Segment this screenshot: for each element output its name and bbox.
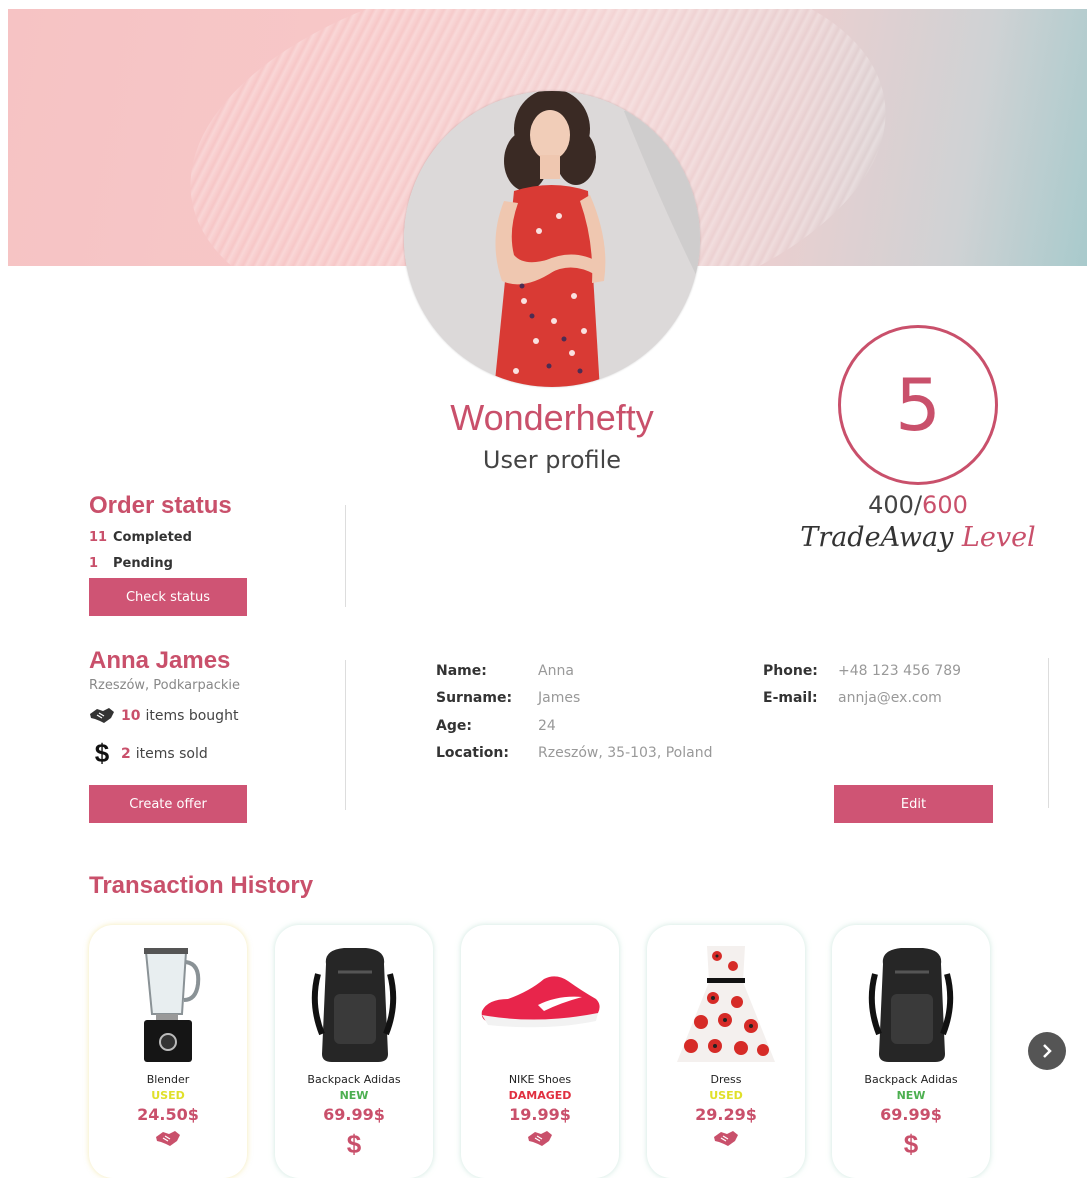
name-value: Anna	[538, 663, 574, 679]
blender-image	[103, 939, 233, 1069]
product-name: Backpack Adidas	[864, 1073, 958, 1086]
level-caption-word: Level	[961, 522, 1036, 553]
product-condition: USED	[709, 1089, 743, 1102]
handshake-icon	[89, 706, 115, 726]
bought-label: items bought	[145, 708, 239, 724]
handshake-icon	[647, 1129, 805, 1149]
transaction-history-title: Transaction History	[89, 872, 314, 899]
check-status-button[interactable]: Check status	[89, 578, 247, 616]
order-status-title: Order status	[89, 492, 232, 519]
level-points: 400/600	[780, 491, 1056, 519]
product-condition: DAMAGED	[508, 1089, 572, 1102]
edit-button[interactable]: Edit	[834, 785, 993, 823]
divider	[345, 505, 346, 607]
order-completed-row: 11 Completed	[89, 530, 192, 545]
product-price: 24.50$	[137, 1105, 199, 1124]
transaction-card[interactable]: Backpack Adidas NEW 69.99$ $	[832, 925, 990, 1178]
handshake-icon	[89, 1129, 247, 1149]
surname-label: Surname:	[436, 690, 513, 706]
age-value: 24	[538, 718, 556, 734]
product-price: 69.99$	[323, 1105, 385, 1124]
product-price: 69.99$	[880, 1105, 942, 1124]
sold-label: items sold	[135, 745, 208, 762]
level-caption: TradeAway Level	[760, 522, 1076, 553]
order-pending-row: 1 Pending	[89, 556, 173, 571]
product-condition: NEW	[339, 1089, 369, 1102]
email-value: annja@ex.com	[838, 690, 942, 706]
surname-value: James	[538, 690, 581, 706]
avatar-photo	[404, 91, 700, 387]
create-offer-button[interactable]: Create offer	[89, 785, 247, 823]
user-full-name: Anna James	[89, 647, 231, 674]
next-arrow-button[interactable]	[1028, 1032, 1066, 1070]
items-sold-stat: $ 2 items sold	[89, 738, 208, 769]
bought-count: 10	[121, 708, 141, 724]
product-name: Dress	[710, 1073, 742, 1086]
level-points-current: 400/	[868, 491, 923, 519]
product-price: 29.29$	[695, 1105, 757, 1124]
product-condition: NEW	[896, 1089, 926, 1102]
level-badge: 5	[838, 325, 998, 485]
level-points-max: 600	[922, 491, 968, 519]
backpack-image	[846, 939, 976, 1069]
items-bought-stat: 10 items bought	[89, 706, 238, 726]
age-label: Age:	[436, 718, 472, 734]
name-label: Name:	[436, 663, 487, 679]
shoes-image	[475, 939, 605, 1069]
location-value: Rzeszów, 35-103, Poland	[538, 745, 713, 761]
transaction-card[interactable]: Dress USED 29.29$	[647, 925, 805, 1178]
completed-count: 11	[89, 530, 108, 545]
dress-image	[661, 939, 791, 1069]
location-label: Location:	[436, 745, 509, 761]
divider	[345, 660, 346, 810]
phone-label: Phone:	[763, 663, 818, 679]
pending-count: 1	[89, 556, 99, 571]
dollar-icon: $	[94, 738, 110, 768]
product-price: 19.99$	[509, 1105, 571, 1124]
product-name: NIKE Shoes	[508, 1073, 572, 1086]
transaction-card[interactable]: Backpack Adidas NEW 69.99$ $	[275, 925, 433, 1178]
pending-label: Pending	[113, 556, 173, 571]
handshake-icon	[461, 1129, 619, 1149]
product-name: Blender	[146, 1073, 190, 1086]
level-caption-brand: TradeAway	[800, 522, 962, 553]
email-label: E-mail:	[763, 690, 818, 706]
transaction-card[interactable]: NIKE Shoes DAMAGED 19.99$	[461, 925, 619, 1178]
backpack-image	[289, 939, 419, 1069]
sold-count: 2	[121, 745, 131, 762]
chevron-right-icon	[1043, 1044, 1052, 1058]
user-region: Rzeszów, Podkarpackie	[89, 678, 240, 693]
product-condition: USED	[151, 1089, 185, 1102]
divider	[1048, 658, 1049, 808]
dollar-icon: $	[903, 1129, 919, 1159]
dollar-icon: $	[346, 1129, 362, 1159]
transaction-card[interactable]: Blender USED 24.50$	[89, 925, 247, 1178]
completed-label: Completed	[113, 530, 192, 545]
product-name: Backpack Adidas	[307, 1073, 401, 1086]
phone-value: +48 123 456 789	[838, 663, 962, 679]
avatar[interactable]	[404, 91, 700, 387]
